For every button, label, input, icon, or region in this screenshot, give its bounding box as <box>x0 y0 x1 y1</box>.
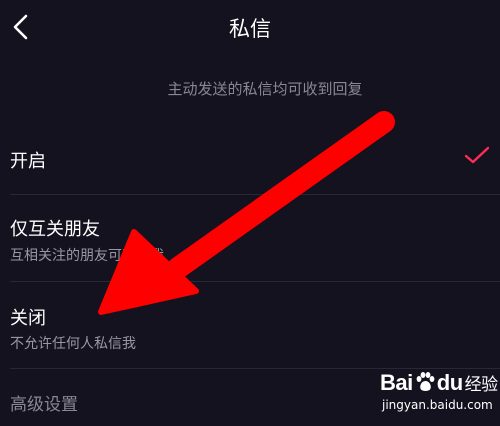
option-on[interactable]: 开启 <box>0 126 500 194</box>
advanced-settings-link[interactable]: 高级设置 <box>10 390 78 415</box>
option-mutual-friends[interactable]: 仅互关朋友 互相关注的朋友可私信我 <box>0 195 500 281</box>
watermark: Bai du 经验 jingyan.baidu.com <box>380 370 498 422</box>
option-description: 不允许任何人私信我 <box>10 336 136 352</box>
option-off[interactable]: 关闭 不允许任何人私信我 <box>0 282 500 368</box>
divider <box>10 368 500 369</box>
option-label: 仅互关朋友 <box>10 219 100 240</box>
page-title: 私信 <box>229 17 271 41</box>
check-icon <box>464 146 490 164</box>
option-description: 互相关注的朋友可私信我 <box>10 248 164 264</box>
watermark-logo: Bai du 经验 <box>380 370 498 395</box>
subtitle: 主动发送的私信均可收到回复 <box>167 80 363 98</box>
paw-icon <box>416 372 435 391</box>
option-label: 开启 <box>10 151 46 172</box>
privacy-message-settings-screen: 私信 主动发送的私信均可收到回复 开启 仅互关朋友 互相关注的朋友可私信我 关闭… <box>0 0 500 426</box>
option-label: 关闭 <box>10 308 46 329</box>
watermark-domain: jingyan.baidu.com <box>382 398 493 412</box>
header: 私信 <box>0 0 500 56</box>
